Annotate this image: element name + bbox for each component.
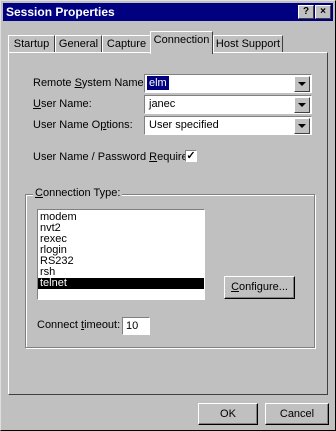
remote-system-name-value: elm <box>147 76 169 90</box>
help-button[interactable]: ? <box>298 5 314 19</box>
session-properties-dialog: Session Properties ? × Startup General C… <box>0 0 336 431</box>
tab-connection[interactable]: Connection <box>150 31 213 54</box>
list-item[interactable]: RS232 <box>38 256 204 267</box>
close-button[interactable]: × <box>315 5 331 19</box>
user-name-options-select[interactable]: User specified <box>144 116 312 135</box>
password-required-checkbox[interactable]: ✓ <box>185 150 197 162</box>
tab-label: General <box>58 38 99 50</box>
user-name-value: janec <box>149 98 176 110</box>
user-name-combo[interactable]: janec <box>144 95 312 114</box>
user-name-label: User Name: <box>33 98 92 110</box>
window-title: Session Properties <box>6 5 115 19</box>
tab-label: Capture <box>106 38 147 50</box>
list-item-selected[interactable]: telnet <box>38 278 204 289</box>
tab-label: Host Support <box>215 38 281 50</box>
user-name-options-value: User specified <box>149 119 219 131</box>
chevron-down-icon[interactable] <box>294 76 310 92</box>
connect-timeout-input[interactable]: 10 <box>122 317 150 335</box>
connection-panel: Remote System Name: elm User Name: janec… <box>8 52 328 395</box>
remote-system-name-combo[interactable]: elm <box>144 74 312 93</box>
title-bar[interactable]: Session Properties ? × <box>3 3 333 21</box>
tab-general[interactable]: General <box>55 35 102 53</box>
tab-label: Connection <box>153 34 210 46</box>
tab-host-support[interactable]: Host Support <box>213 35 283 53</box>
connect-timeout-label: Connect timeout: <box>37 319 121 331</box>
tab-capture[interactable]: Capture <box>102 35 151 53</box>
tab-startup[interactable]: Startup <box>8 35 55 53</box>
connection-type-title: Connection Type: <box>33 187 123 199</box>
list-item[interactable]: modem <box>38 212 204 223</box>
cancel-button[interactable]: Cancel <box>265 403 329 425</box>
chevron-down-icon[interactable] <box>294 118 310 134</box>
chevron-down-icon[interactable] <box>294 97 310 113</box>
configure-button[interactable]: Configure... <box>224 276 295 299</box>
tab-label: Startup <box>13 38 50 50</box>
user-name-options-label: User Name Options: <box>33 119 133 131</box>
password-required-label: User Name / Password Required: <box>33 151 197 163</box>
connection-type-list[interactable]: modem nvt2 rexec rlogin RS232 rsh telnet <box>37 209 205 300</box>
ok-button[interactable]: OK <box>198 403 258 425</box>
remote-system-name-label: Remote System Name: <box>33 77 147 89</box>
